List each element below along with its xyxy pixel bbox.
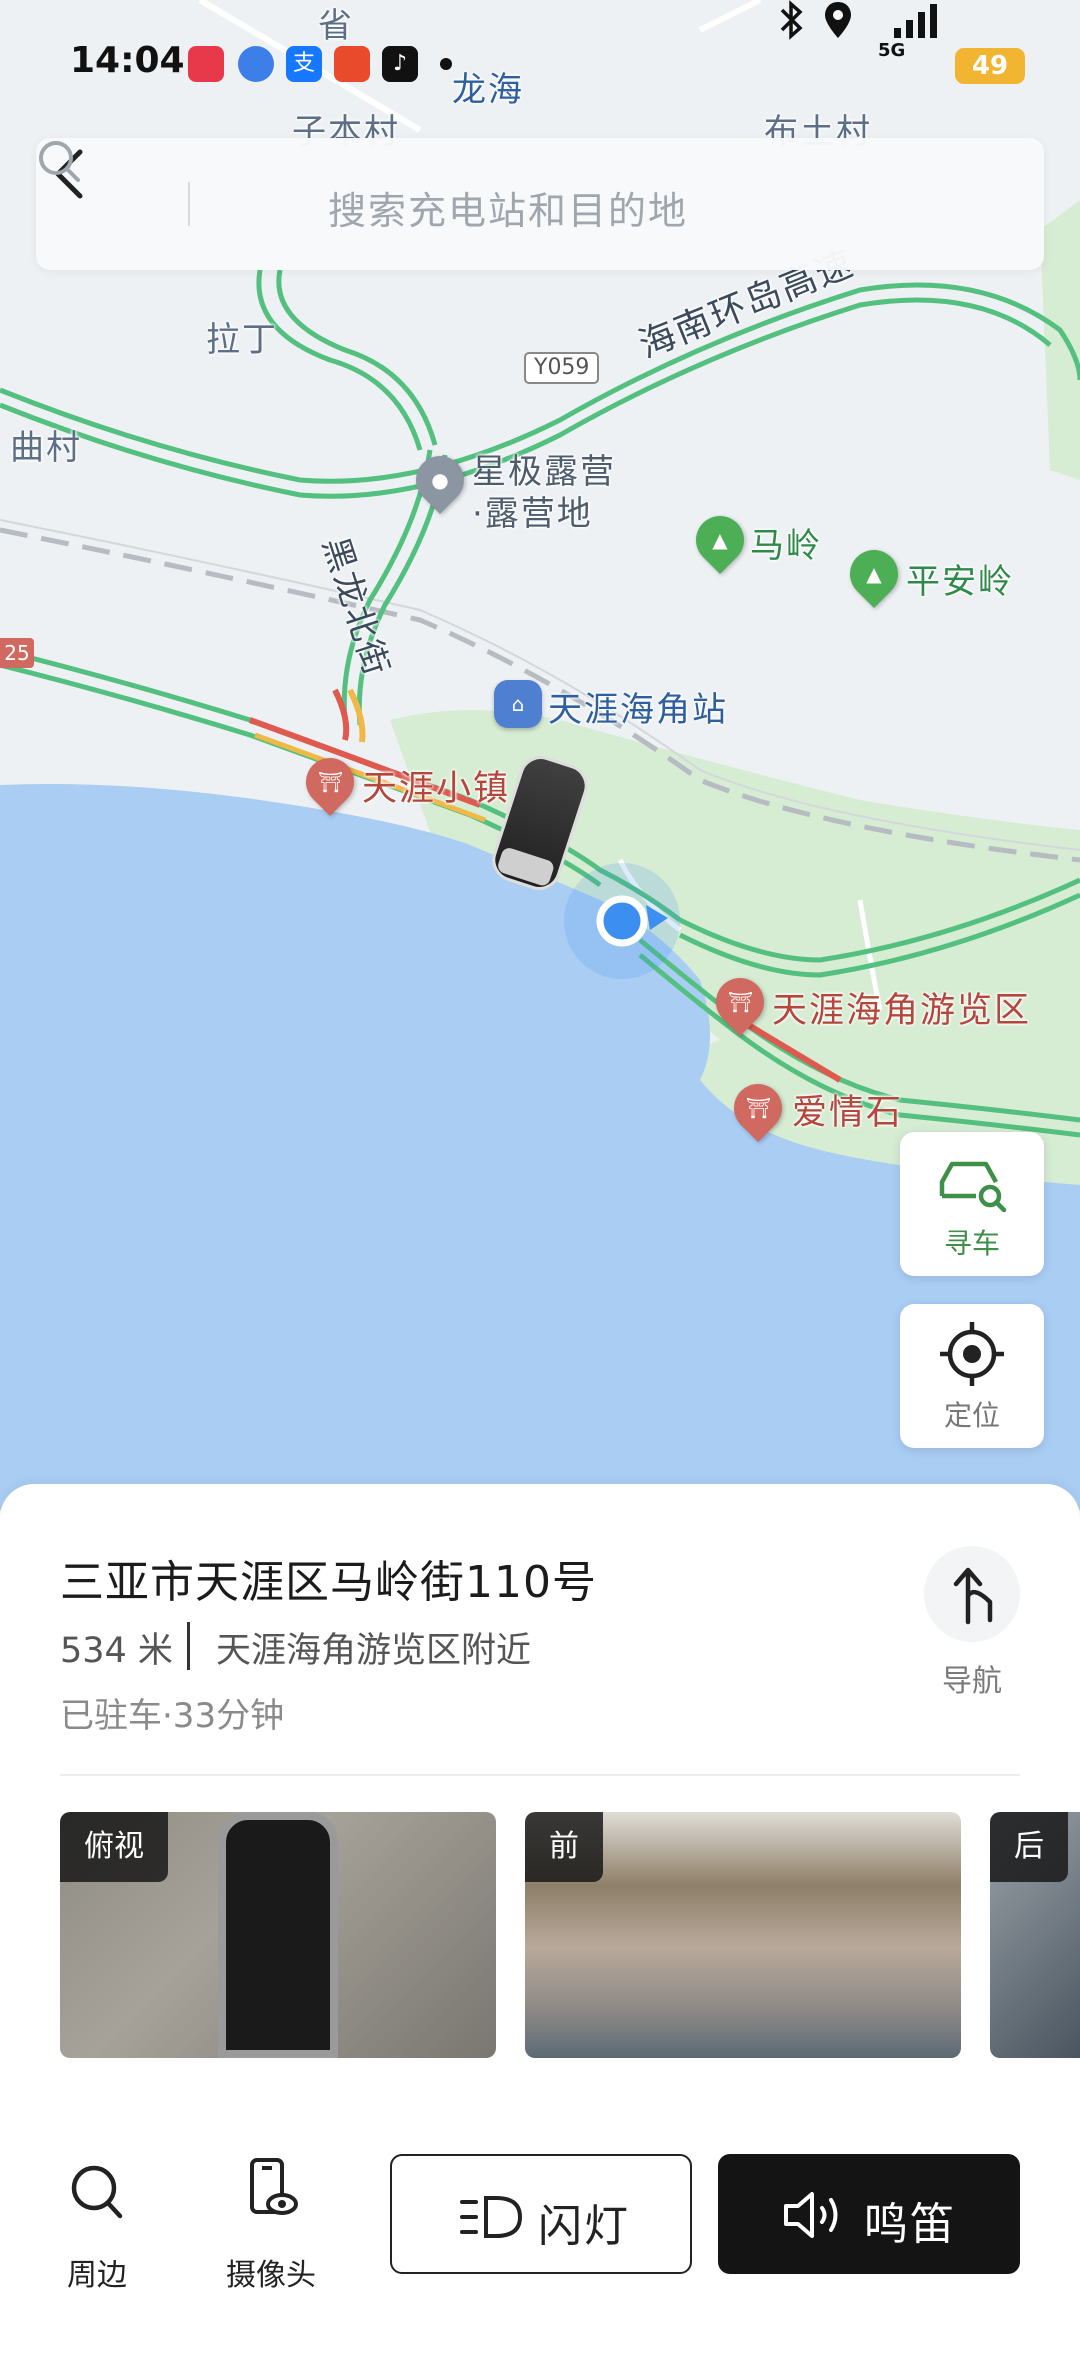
app-icon <box>188 46 224 82</box>
map-label[interactable]: 爱情石 <box>792 1084 903 1135</box>
headlight-icon <box>460 2196 523 2238</box>
phone-camera-icon <box>250 2158 298 2215</box>
app-icon <box>334 46 370 82</box>
speaker-icon <box>784 2192 838 2238</box>
battery-icon: 49 <box>955 48 1025 84</box>
search-icon <box>39 141 80 182</box>
find-car-icon <box>939 1161 1007 1213</box>
flash-label: 闪灯 <box>538 2201 630 2252</box>
nearby-text: 天涯海角游览区附近 <box>216 1631 532 1671</box>
search-icon <box>71 2165 123 2219</box>
nearby-button[interactable]: 周边 <box>22 2160 172 2293</box>
location-dot <box>596 895 648 947</box>
address-title: 三亚市天涯区马岭街110号 <box>60 1557 597 1608</box>
honk-label: 鸣笛 <box>864 2199 956 2250</box>
find-car-button[interactable]: 寻车 <box>900 1132 1044 1276</box>
signal-icon <box>894 4 937 38</box>
crosshair-icon <box>940 1322 1004 1386</box>
map-label[interactable]: 天涯小镇 <box>362 760 510 811</box>
search-bar[interactable]: 搜索充电站和目的地 <box>36 138 1044 270</box>
status-bar: 14:04 支 ♪ 5G 49 <box>0 0 1080 130</box>
camera-thumb-front[interactable]: 前 <box>525 1812 961 2058</box>
bluetooth-icon <box>780 0 803 40</box>
camera-thumb-top[interactable]: 俯视 <box>60 1812 496 2058</box>
map-label[interactable]: 天涯海角游览区 <box>772 982 1031 1033</box>
camera-tag: 前 <box>525 1812 603 1882</box>
map-label[interactable]: 平安岭 <box>906 554 1014 603</box>
status-time: 14:04 <box>70 40 185 81</box>
find-car-label: 寻车 <box>943 1227 1000 1260</box>
tiktok-icon: ♪ <box>382 46 418 82</box>
map-label[interactable]: 天涯海角站 <box>548 682 728 731</box>
map-label: 曲村 <box>10 428 82 468</box>
divider <box>187 1622 190 1670</box>
car-top-view <box>218 1812 338 2058</box>
alipay-icon: 支 <box>286 46 322 82</box>
map-label[interactable]: 马岭 <box>750 518 822 567</box>
camera-label: 摄像头 <box>226 2258 316 2293</box>
notification-dot-icon <box>440 58 452 70</box>
locate-button[interactable]: 定位 <box>900 1304 1044 1448</box>
map-label: 拉丁 <box>206 320 278 360</box>
divider <box>60 1774 1020 1776</box>
locate-label: 定位 <box>943 1399 1000 1432</box>
camera-tag: 俯视 <box>60 1812 168 1882</box>
navigate-button[interactable] <box>924 1546 1020 1642</box>
station-pin-icon[interactable]: ⌂ <box>494 680 542 728</box>
camera-button[interactable]: 摄像头 <box>196 2158 346 2293</box>
navigate-label: 导航 <box>942 1664 1002 1699</box>
vehicle-info-sheet: 三亚市天涯区马岭街110号 534 米 天涯海角游览区附近 已驻车·33分钟 导… <box>0 1484 1080 2376</box>
search-input[interactable]: 搜索充电站和目的地 <box>328 180 688 235</box>
honk-button[interactable]: 鸣笛 <box>718 2154 1020 2274</box>
nearby-label: 周边 <box>67 2258 127 2293</box>
map-view[interactable]: 省 龙海 子本村 布土村 拉丁 Y059 海南环岛高速 曲村 ● 星极露营 ·露… <box>0 0 1080 1510</box>
search-divider <box>188 182 190 226</box>
road-code-badge: 25 <box>0 638 34 668</box>
app-icon <box>238 46 274 82</box>
network-type: 5G <box>878 40 906 61</box>
road-code-badge: Y059 <box>524 352 600 384</box>
distance-text: 534 米 <box>60 1631 173 1671</box>
camera-thumb-rear[interactable]: 后 <box>990 1812 1080 2058</box>
navigate-arrow-icon <box>953 1567 993 1625</box>
flash-lights-button[interactable]: 闪灯 <box>390 2154 692 2274</box>
map-label: ·露营地 <box>472 494 593 534</box>
location-icon <box>825 2 851 38</box>
camera-tag: 后 <box>990 1812 1068 1882</box>
parked-duration: 已驻车·33分钟 <box>60 1696 285 1736</box>
